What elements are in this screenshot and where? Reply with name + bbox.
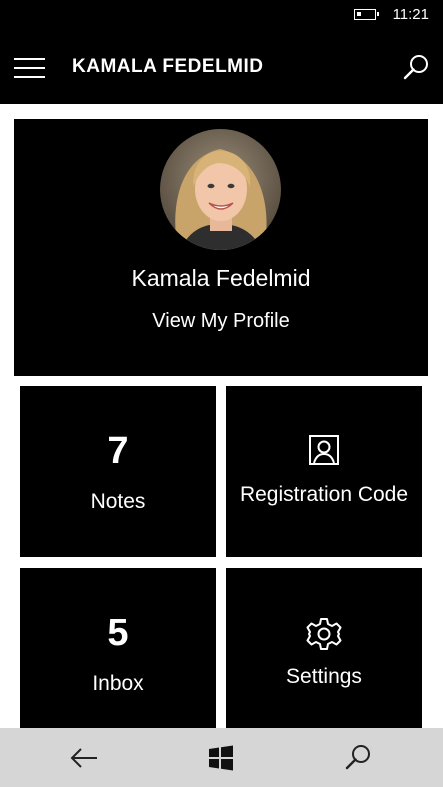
inbox-count: 5	[107, 612, 129, 654]
inbox-tile[interactable]: 5 Inbox	[20, 568, 216, 728]
notes-tile[interactable]: 7 Notes	[20, 386, 216, 557]
search-icon[interactable]	[400, 52, 432, 84]
app-bar: KAMALA FEDELMID	[0, 32, 443, 104]
battery-icon	[354, 9, 379, 20]
system-nav-bar	[0, 728, 443, 787]
status-bar: 11:21	[0, 0, 443, 32]
hamburger-icon[interactable]	[14, 58, 45, 78]
notes-label: Notes	[90, 490, 146, 513]
back-arrow-icon[interactable]	[68, 742, 100, 774]
search-icon[interactable]	[342, 742, 374, 774]
battery-level	[357, 12, 361, 16]
avatar	[160, 129, 281, 250]
status-time: 11:21	[392, 6, 429, 23]
settings-tile[interactable]: Settings	[226, 568, 422, 728]
profile-card[interactable]: Kamala Fedelmid View My Profile	[14, 119, 428, 376]
notes-count: 7	[107, 430, 129, 472]
registration-code-tile[interactable]: Registration Code	[226, 386, 422, 557]
inbox-label: Inbox	[92, 672, 144, 695]
gear-icon	[306, 616, 342, 657]
page-title: KAMALA FEDELMID	[72, 56, 264, 77]
view-profile-link[interactable]: View My Profile	[14, 310, 428, 333]
profile-name: Kamala Fedelmid	[131, 265, 311, 291]
windows-logo-icon[interactable]	[205, 742, 237, 774]
settings-label: Settings	[286, 665, 362, 688]
id-badge-icon	[308, 434, 340, 471]
registration-code-label: Registration Code	[239, 483, 409, 506]
